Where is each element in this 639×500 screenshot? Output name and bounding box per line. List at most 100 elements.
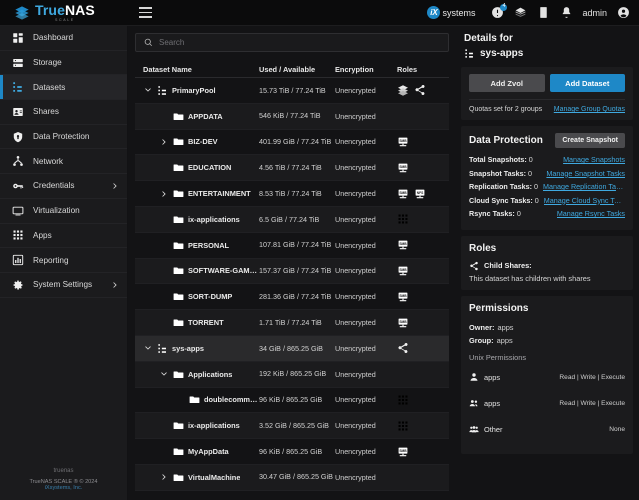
child-shares-row: Child Shares: — [469, 261, 625, 271]
owner-value: apps — [497, 322, 514, 332]
dataset-action-buttons: Add Zvol Add Dataset — [469, 74, 625, 92]
apps-grid-icon[interactable] — [397, 213, 409, 225]
sidebar-item-storage[interactable]: Storage — [0, 51, 127, 76]
sidebar: Dashboard Storage Datasets Shares Data Prote… — [0, 26, 128, 500]
sidebar-item-shares[interactable]: Shares — [0, 100, 127, 125]
encryption-value: Unencrypted — [335, 85, 376, 95]
dp-manage-link[interactable]: Manage Rsync Tasks — [557, 209, 625, 218]
encryption-value: Unencrypted — [335, 395, 376, 405]
brand-logo-area[interactable]: TrueNAS SCALE — [0, 3, 128, 22]
sidebar-item-system-settings[interactable]: System Settings — [0, 273, 127, 298]
nfs-icon[interactable]: NFS — [414, 188, 426, 200]
table-row[interactable]: ix-applications 3.52 GiB / 865.25 GiB Unen… — [135, 413, 449, 440]
create-snapshot-button[interactable]: Create Snapshot — [555, 133, 625, 148]
table-row[interactable]: Applications 192 KiB / 865.25 GiB Unencryp… — [135, 361, 449, 388]
table-row[interactable]: VirtualMachine 30.47 GiB / 865.25 GiB Unen… — [135, 464, 449, 491]
table-row[interactable]: ENTERTAINMENT 8.53 TiB / 77.24 TiB Unencry… — [135, 181, 449, 207]
table-row[interactable]: BIZ-DEV 401.99 GiB / 77.24 TiB Unencrypted… — [135, 130, 449, 156]
smb-icon[interactable]: SMB — [397, 239, 409, 251]
dp-manage-link[interactable]: Manage Snapshot Tasks — [546, 169, 625, 178]
table-row[interactable]: MyAppData 96 KiB / 865.25 GiB Unencrypted S… — [135, 439, 449, 465]
sidebar-item-label: Data Protection — [33, 132, 90, 142]
dataset-name: ENTERTAINMENT — [188, 189, 251, 199]
alerts-bell-icon[interactable] — [559, 6, 573, 20]
table-row[interactable]: TORRENT 1.71 TiB / 77.24 TiB Unencrypted SM… — [135, 310, 449, 336]
dp-manage-link[interactable]: Manage Cloud Sync Tas… — [544, 196, 625, 205]
dp-manage-link[interactable]: Manage Snapshots — [563, 155, 625, 164]
sidebar-item-reporting[interactable]: Reporting — [0, 248, 127, 273]
account-avatar-icon[interactable] — [616, 6, 630, 20]
chevron-down-icon[interactable] — [143, 343, 153, 353]
datasets-table: Dataset Name Used / Available Encryption… — [135, 61, 449, 500]
table-row[interactable]: APPDATA 546 KiB / 77.24 TiB Unencrypted — [135, 103, 449, 130]
chevron-right-icon[interactable] — [159, 137, 169, 147]
dp-manage-link[interactable]: Manage Replication Tas… — [543, 182, 625, 191]
chevron-right-icon[interactable] — [159, 472, 169, 482]
manage-group-quotas-link[interactable]: Manage Group Quotas — [554, 106, 625, 113]
smb-icon[interactable]: SMB — [397, 291, 409, 303]
menu-toggle-button[interactable] — [134, 2, 156, 24]
pool-icon-small[interactable] — [397, 84, 409, 97]
others-icon — [469, 421, 479, 439]
smb-icon[interactable]: SMB — [397, 188, 409, 200]
smb-icon[interactable]: SMB — [397, 136, 409, 148]
table-row[interactable]: ix-applications 6.5 GiB / 77.24 TiB Unencr… — [135, 206, 449, 233]
dataset-name: doublecommander — [204, 395, 259, 405]
table-row[interactable]: sys-apps 34 GiB / 865.25 GiB Unencrypted — [135, 335, 449, 362]
sidebar-item-network[interactable]: Network — [0, 149, 127, 175]
brand-wordmark: TrueNAS — [35, 3, 95, 17]
jobs-icon[interactable] — [513, 6, 527, 20]
add-zvol-button[interactable]: Add Zvol — [469, 74, 545, 92]
table-row[interactable]: EDUCATION 4.56 TiB / 77.24 TiB Unencrypted… — [135, 155, 449, 182]
sidebar-item-data-protection[interactable]: Data Protection — [0, 125, 127, 150]
dp-label-text: Total Snapshots: — [469, 155, 527, 164]
used-available-value: 3.52 GiB / 865.25 GiB — [259, 420, 329, 430]
svg-text:SMB: SMB — [399, 268, 407, 272]
permission-rights: None — [609, 426, 625, 433]
sidebar-nav: Dashboard Storage Datasets Shares Data Prote… — [0, 26, 127, 462]
apps-grid-icon[interactable] — [397, 420, 409, 432]
unix-permissions-list: apps Read | Write | Execute apps Read | Wri… — [469, 369, 625, 439]
sidebar-item-datasets[interactable]: Datasets — [0, 75, 127, 101]
dataset-name: Applications — [188, 369, 233, 379]
share-icon[interactable] — [414, 84, 426, 96]
sidebar-item-apps[interactable]: Apps — [0, 224, 127, 249]
details-dataset-row: sys-apps — [464, 48, 630, 59]
smb-icon[interactable]: SMB — [397, 317, 409, 329]
smb-icon[interactable]: SMB — [397, 265, 409, 277]
data-protection-title: Data Protection — [469, 135, 543, 146]
dataset-name: EDUCATION — [188, 163, 232, 173]
table-row[interactable]: doublecommander96 KiB / 865.25 GiB Unencr… — [135, 388, 449, 414]
sidebar-item-virtualization[interactable]: Virtualization — [0, 199, 127, 224]
used-available-value: 6.5 GiB / 77.24 TiB — [259, 214, 320, 224]
add-dataset-button[interactable]: Add Dataset — [549, 74, 625, 92]
footer-company-link[interactable]: iXsystems, Inc. — [4, 485, 123, 491]
chevron-down-icon[interactable] — [143, 85, 153, 95]
chevron-right-icon[interactable] — [159, 189, 169, 199]
table-row[interactable]: PrimaryPool 15.73 TiB / 77.24 TiB Unencryp… — [135, 78, 449, 104]
details-header: Details for sys-apps — [461, 33, 633, 61]
chevron-down-icon[interactable] — [159, 369, 169, 379]
apps-grid-icon[interactable] — [397, 394, 409, 406]
encryption-value: Unencrypted — [335, 318, 376, 328]
table-row[interactable]: SOFTWARE-GAMES 157.37 GiB / 77.24 TiB Unen… — [135, 258, 449, 285]
sidebar-item-dashboard[interactable]: Dashboard — [0, 26, 127, 51]
group-label: Group: — [469, 335, 494, 345]
smb-icon[interactable]: SMB — [397, 446, 409, 458]
smb-icon[interactable]: SMB — [397, 162, 409, 174]
column-header-encryption: Encryption — [335, 64, 374, 74]
dp-label-text: Cloud Sync Tasks: — [469, 195, 533, 205]
share-icon[interactable] — [397, 342, 409, 354]
sidebar-item-label: Virtualization — [33, 206, 80, 216]
table-row[interactable]: PERSONAL 107.81 GiB / 77.24 TiB Unencrypte… — [135, 233, 449, 259]
search-input[interactable] — [159, 38, 440, 47]
sidebar-item-label: System Settings — [33, 280, 93, 290]
power-status-icon[interactable]: 4 — [490, 3, 508, 20]
tasks-icon[interactable] — [536, 6, 550, 20]
search-bar[interactable] — [135, 33, 449, 52]
sidebar-item-credentials[interactable]: Credentials — [0, 174, 127, 199]
roles-cell: SMB — [397, 239, 449, 251]
folder-icon — [189, 394, 200, 405]
brand-true: True — [35, 2, 65, 18]
table-row[interactable]: SORT-DUMP 281.36 GiB / 77.24 TiB Unencrypt… — [135, 284, 449, 311]
